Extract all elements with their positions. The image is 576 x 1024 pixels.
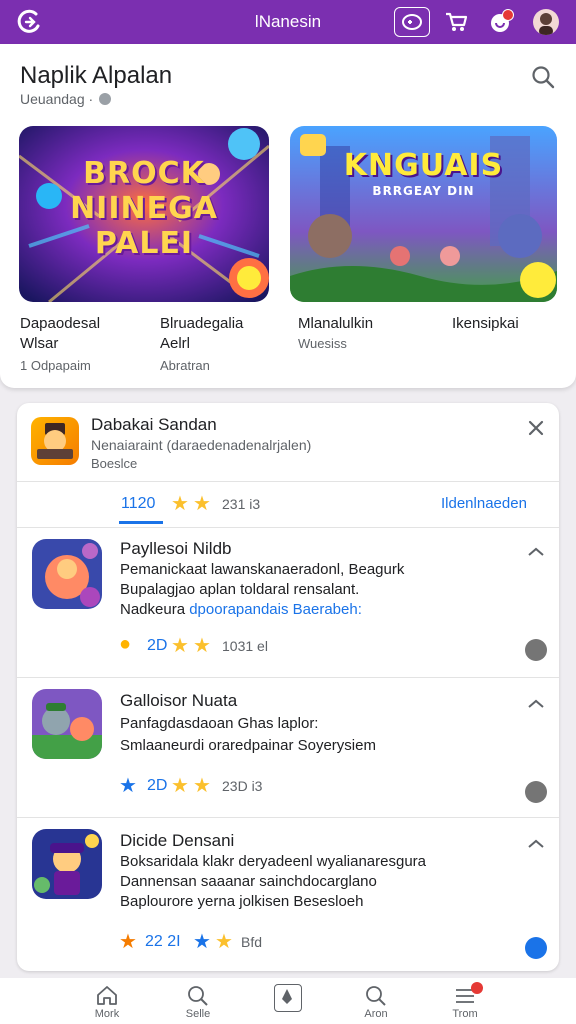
banner-art-title: KNGUAIS	[343, 148, 504, 183]
search-alt-icon	[366, 986, 386, 1006]
chevron-up-icon[interactable]	[525, 837, 547, 851]
list-item[interactable]: Galloisor Nuata Panfagdasdaoan Ghas lapl…	[17, 677, 559, 817]
details-link[interactable]: Ildenlnaeden	[441, 495, 527, 512]
close-icon[interactable]	[527, 419, 545, 437]
item-thumbnail	[32, 829, 102, 899]
chevron-up-icon[interactable]	[525, 697, 547, 711]
item-description: Dannensan saaanar sainchdocarglano	[120, 873, 377, 890]
item-count: Bfd	[241, 934, 263, 950]
item-description: Smlaaneurdi oraredpainar Soyerysiem	[120, 737, 376, 754]
item-description: Panfagdasdaoan Ghas laplor:	[120, 715, 319, 732]
item-thumbnail	[32, 689, 102, 759]
bottom-navigation: Mork Selle Aron Trom	[0, 978, 576, 1024]
app-icon	[31, 417, 79, 465]
star-icon: ★	[193, 635, 211, 657]
rating-count: 231 i3	[222, 496, 261, 512]
star-icon: ★	[119, 775, 137, 797]
menu-badge	[471, 982, 483, 994]
star-icon: ★	[171, 493, 189, 515]
banner-art-title: BROCK NIINEGA PALEI	[70, 156, 218, 261]
game-banner-2[interactable]: KNGUAIS BRRGEAY DIN	[290, 126, 557, 302]
star-icon: ★	[193, 493, 211, 515]
game-meta-1: 1 Odpapaim	[20, 358, 91, 373]
item-title: Galloisor Nuata	[120, 691, 238, 710]
tab-active-indicator	[119, 521, 163, 524]
item-thumbnail	[32, 539, 102, 609]
section-title: Naplik Alpalan	[20, 62, 173, 89]
game-name-4[interactable]: Ikensipkai	[452, 314, 519, 334]
item-description: Boksaridala klakr deryadeenl wyalianares…	[120, 853, 426, 870]
detail-subtitle-secondary: Boeslce	[91, 456, 138, 471]
item-description: Nadkeura dpoorapandais Baerabeh:	[120, 601, 362, 618]
top-app-bar: lNanesin	[0, 0, 576, 44]
action-icon[interactable]	[525, 937, 547, 959]
cart-icon[interactable]	[440, 7, 472, 37]
item-description: Baplourore yerna jolkisen Besesloeh	[120, 893, 364, 910]
game-banner-1[interactable]: BROCK NIINEGA PALEI	[19, 126, 269, 302]
star-icon: ★	[193, 775, 211, 797]
item-rating: 2D	[147, 777, 168, 794]
item-rating: 2D	[147, 637, 168, 654]
info-icon[interactable]	[525, 639, 547, 661]
nav-explore[interactable]: Aron	[346, 984, 406, 1020]
list-item[interactable]: Dicide Densani Boksaridala klakr deryade…	[17, 817, 559, 967]
item-count: 1031 el	[222, 638, 268, 654]
star-icon: ★	[171, 775, 189, 797]
item-count: 23D i3	[222, 778, 263, 794]
controller-icon[interactable]	[394, 7, 430, 37]
item-title: Payllesoi Nildb	[120, 539, 232, 558]
section-subtitle: Ueuandag ·	[20, 91, 112, 107]
game-name-1[interactable]: Dapaodesal Wlsar	[20, 314, 100, 354]
info-icon[interactable]	[99, 93, 112, 105]
nav-label: Selle	[185, 1008, 211, 1020]
nav-label: Mork	[94, 1008, 120, 1020]
item-description: Pemanickaat lawanskanaeradonl, Beagurk	[120, 561, 405, 578]
nav-label: Trom	[452, 1008, 478, 1020]
detail-panel: Dabakai Sandan Nenaiaraint (daraedenaden…	[17, 403, 559, 971]
game-meta-2: Abratran	[160, 358, 210, 373]
nav-search[interactable]: Selle	[168, 984, 228, 1020]
item-title: Dicide Densani	[120, 831, 235, 850]
item-description: Bupalagjao aplan toldaral rensalant.	[120, 581, 360, 598]
featured-section: Naplik Alpalan Ueuandag · BROCK NIINEGA …	[0, 44, 576, 388]
star-icon: ★	[119, 931, 137, 953]
search-icon	[188, 986, 208, 1006]
emoji-icon: ●	[119, 633, 132, 655]
nav-home[interactable]: Mork	[77, 984, 137, 1020]
list-item[interactable]: Payllesoi Nildb Pemanickaat lawanskanaer…	[17, 527, 559, 677]
star-icon: ★	[171, 635, 189, 657]
store-center-icon[interactable]	[274, 984, 302, 1012]
banner-art-subtitle: BRRGEAY DIN	[372, 184, 475, 198]
detail-title: Dabakai Sandan	[91, 415, 217, 434]
tab-rating[interactable]: 1120	[121, 495, 155, 513]
divider	[17, 481, 559, 482]
star-icon: ★	[193, 931, 211, 953]
star-icon: ★	[215, 931, 233, 953]
chevron-up-icon[interactable]	[525, 545, 547, 559]
item-rating: 22 2I	[145, 933, 181, 950]
game-name-2[interactable]: Blruadegalia Aelrl	[160, 314, 243, 354]
search-icon[interactable]	[530, 64, 556, 90]
notification-badge	[502, 9, 514, 21]
game-meta-3: Wuesiss	[298, 336, 347, 351]
item-link[interactable]: dpoorapandais Baerabeh:	[189, 601, 362, 618]
detail-subtitle: Nenaiaraint (daraedenadenalrjalen)	[91, 437, 312, 453]
close-circle-icon[interactable]	[525, 781, 547, 803]
nav-label: Aron	[364, 1008, 388, 1020]
nav-menu[interactable]: Trom	[435, 982, 495, 1020]
game-name-3[interactable]: Mlanalulkin	[298, 314, 373, 334]
home-icon	[97, 986, 117, 1005]
notification-icon[interactable]	[484, 7, 516, 37]
profile-avatar[interactable]	[530, 7, 562, 37]
